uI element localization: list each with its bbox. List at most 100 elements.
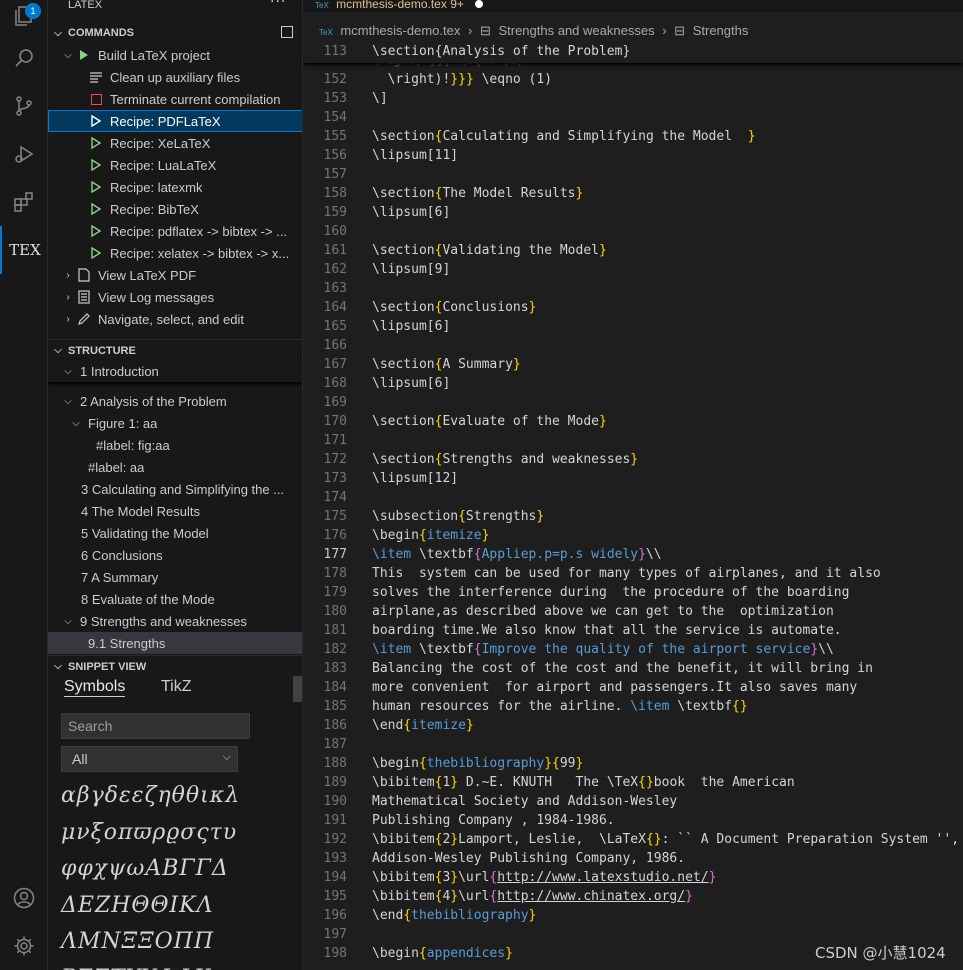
code-line[interactable]: 176 \begin{itemize} [303, 526, 963, 545]
code-line[interactable]: 157 [303, 165, 963, 184]
code-line[interactable]: 195 \bibitem{4}\url{http://www.chinatex.o… [303, 887, 963, 906]
tab-mcmthesis-demo[interactable]: TeX mcmthesis-demo.tex 9+ [315, 0, 484, 11]
code-line[interactable]: 180 airplane,as described above we can ge… [303, 602, 963, 621]
command-recipe-pdflatex-bibtex[interactable]: Recipe: pdflatex -> bibtex -> ... [48, 220, 302, 242]
code-line[interactable]: 154 [303, 108, 963, 127]
snippet-scrollbar[interactable] [293, 676, 302, 702]
code-line[interactable]: 165 \lipsum[6] [303, 317, 963, 336]
account-icon[interactable] [0, 874, 48, 922]
structure-item-strengths[interactable]: 9.1 Strengths [48, 632, 302, 654]
code-line[interactable]: 188 \begin{thebibliography}{99} [303, 754, 963, 773]
symbol-row[interactable]: φφχψωΑΒΓΓΔ [61, 851, 297, 888]
unsaved-dot-icon[interactable] [475, 0, 484, 8]
code-line[interactable]: 193 Addison-Wesley Publishing Company, 19… [303, 849, 963, 868]
source-control-icon[interactable] [0, 82, 48, 130]
structure-item-introduction[interactable]: ⌵ 1 Introduction [48, 360, 302, 382]
code-line[interactable]: 159 \lipsum[6] [303, 203, 963, 222]
code-line[interactable]: 160 [303, 222, 963, 241]
code-line[interactable]: 163 [303, 279, 963, 298]
structure-section-header[interactable]: ⌵ STRUCTURE [48, 339, 302, 361]
code-line[interactable]: 189 \bibitem{1} D.~E. KNUTH The \TeX{}boo… [303, 773, 963, 792]
code-line[interactable]: 156 \lipsum[11] [303, 146, 963, 165]
symbol-row[interactable]: ΛΜΝΞΞΟΠΠ [61, 924, 297, 961]
code-line[interactable]: 191 Publishing Company , 1984-1986. [303, 811, 963, 830]
symbol-search-input[interactable]: Search [61, 713, 250, 739]
command-view-pdf[interactable]: › View LaTeX PDF [48, 264, 302, 286]
structure-item-label-aa[interactable]: #label: aa [48, 456, 302, 478]
code-line[interactable]: 161 \section{Validating the Model} [303, 241, 963, 260]
breadcrumb-section[interactable]: Strengths and weaknesses [498, 23, 654, 38]
symbol-row[interactable]: ΡΣΣΤΥΥΦΦΧ [61, 961, 297, 970]
code-line[interactable]: 183 Balancing the cost of the cost and th… [303, 659, 963, 678]
sticky-scroll-line[interactable]: 113 \section{Analysis of the Problem} [303, 44, 963, 63]
command-terminate[interactable]: Terminate current compilation [48, 88, 302, 110]
breadcrumb-subsection[interactable]: Strengths [693, 23, 749, 38]
symbol-grid[interactable]: αβγδεεζηθθικλ μνξοπϖρϱσςτυ φφχψωΑΒΓΓΔ ΔΕ… [61, 778, 297, 970]
run-debug-icon[interactable] [0, 130, 48, 178]
code-line[interactable]: 164 \section{Conclusions} [303, 298, 963, 317]
breadcrumb-file[interactable]: mcmthesis-demo.tex [340, 23, 460, 38]
code-line[interactable]: 168 \lipsum[6] [303, 374, 963, 393]
extensions-icon[interactable] [0, 178, 48, 226]
code-line[interactable]: 167 \section{A Summary} [303, 355, 963, 374]
code-line[interactable]: 152 \right)!}}} \eqno (1) [303, 70, 963, 89]
structure-item-summary[interactable]: 7 A Summary [48, 566, 302, 588]
command-recipe-bibtex[interactable]: Recipe: BibTeX [48, 198, 302, 220]
command-recipe-lualatex[interactable]: Recipe: LuaLaTeX [48, 154, 302, 176]
tab-symbols[interactable]: Symbols [64, 678, 126, 697]
tex-icon[interactable]: TEX [0, 226, 48, 274]
symbol-row[interactable]: μνξοπϖρϱσςτυ [61, 815, 297, 852]
symbol-category-select[interactable]: All ⌵ [61, 746, 238, 772]
code-line[interactable]: 170 \section{Evaluate of the Mode} [303, 412, 963, 431]
code-line[interactable]: 192 \bibitem{2}Lamport, Leslie, \LaTeX{}:… [303, 830, 963, 849]
snippet-view-header[interactable]: ⌵ SNIPPET VIEW [48, 655, 302, 677]
code-line[interactable]: 162 \lipsum[9] [303, 260, 963, 279]
code-line[interactable]: 178 This system can be used for many type… [303, 564, 963, 583]
code-line[interactable]: 171 [303, 431, 963, 450]
code-line[interactable]: 196 \end{thebibliography} [303, 906, 963, 925]
commands-section-header[interactable]: ⌵ COMMANDS [48, 22, 302, 44]
structure-item-figure[interactable]: ⌵ Figure 1: aa [48, 412, 302, 434]
code-line[interactable]: 194 \bibitem{3}\url{http://www.latexstudi… [303, 868, 963, 887]
code-line[interactable]: 184 more convenient for airport and passe… [303, 678, 963, 697]
structure-item-model-results[interactable]: 4 The Model Results [48, 500, 302, 522]
structure-item-analysis[interactable]: ⌵ 2 Analysis of the Problem [48, 390, 302, 412]
settings-gear-icon[interactable] [0, 922, 48, 970]
symbol-row[interactable]: αβγδεεζηθθικλ [61, 778, 297, 815]
code-line[interactable]: 177 \item \textbf{Appliep.p=p.s widely}\\ [303, 545, 963, 564]
code-line[interactable]: 185 human resources for the airline. \ite… [303, 697, 963, 716]
structure-item-strengths-weaknesses[interactable]: ⌵ 9 Strengths and weaknesses [48, 610, 302, 632]
command-recipe-xelatex[interactable]: Recipe: XeLaTeX [48, 132, 302, 154]
command-recipe-xelatex-bibtex[interactable]: Recipe: xelatex -> bibtex -> x... [48, 242, 302, 264]
code-line[interactable]: 153 \] [303, 89, 963, 108]
code-line[interactable]: 182 \item \textbf{Improve the quality of … [303, 640, 963, 659]
search-icon[interactable] [0, 34, 48, 82]
code-line[interactable]: 174 [303, 488, 963, 507]
code-line[interactable]: 179 solves the interference during the pr… [303, 583, 963, 602]
code-line[interactable]: 190 Mathematical Society and Addison-Wesl… [303, 792, 963, 811]
command-navigate-edit[interactable]: › Navigate, select, and edit [48, 308, 302, 330]
structure-item-validating[interactable]: 5 Validating the Model [48, 522, 302, 544]
code-line[interactable]: 169 [303, 393, 963, 412]
symbol-row[interactable]: ΔΕΖΗΘΘΙΚΛ [61, 888, 297, 925]
code-line[interactable]: 172 \section{Strengths and weaknesses} [303, 450, 963, 469]
command-recipe-latexmk[interactable]: Recipe: latexmk [48, 176, 302, 198]
code-line[interactable]: 158 \section{The Model Results} [303, 184, 963, 203]
code-line[interactable]: 166 [303, 336, 963, 355]
command-clean-aux[interactable]: Clean up auxiliary files [48, 66, 302, 88]
structure-item-evaluate[interactable]: 8 Evaluate of the Mode [48, 588, 302, 610]
code-line[interactable]: 187 [303, 735, 963, 754]
command-view-log[interactable]: › View Log messages [48, 286, 302, 308]
code-line[interactable]: 186 \end{itemize} [303, 716, 963, 735]
tab-tikz[interactable]: TikZ [161, 678, 192, 696]
code-line[interactable]: 173 \lipsum[12] [303, 469, 963, 488]
collapse-all-icon[interactable] [281, 26, 293, 38]
code-editor[interactable]: 113 \section{Analysis of the Problem} \r… [303, 44, 963, 970]
code-line[interactable]: 181 boarding time.We also know that all t… [303, 621, 963, 640]
sidebar-more-button[interactable]: ··· [270, 0, 286, 10]
code-line[interactable]: 175 \subsection{Strengths} [303, 507, 963, 526]
structure-item-conclusions[interactable]: 6 Conclusions [48, 544, 302, 566]
command-build-project[interactable]: ⌵ Build LaTeX project [48, 44, 302, 66]
code-line[interactable]: 155 \section{Calculating and Simplifying … [303, 127, 963, 146]
structure-item-calculating[interactable]: 3 Calculating and Simplifying the ... [48, 478, 302, 500]
